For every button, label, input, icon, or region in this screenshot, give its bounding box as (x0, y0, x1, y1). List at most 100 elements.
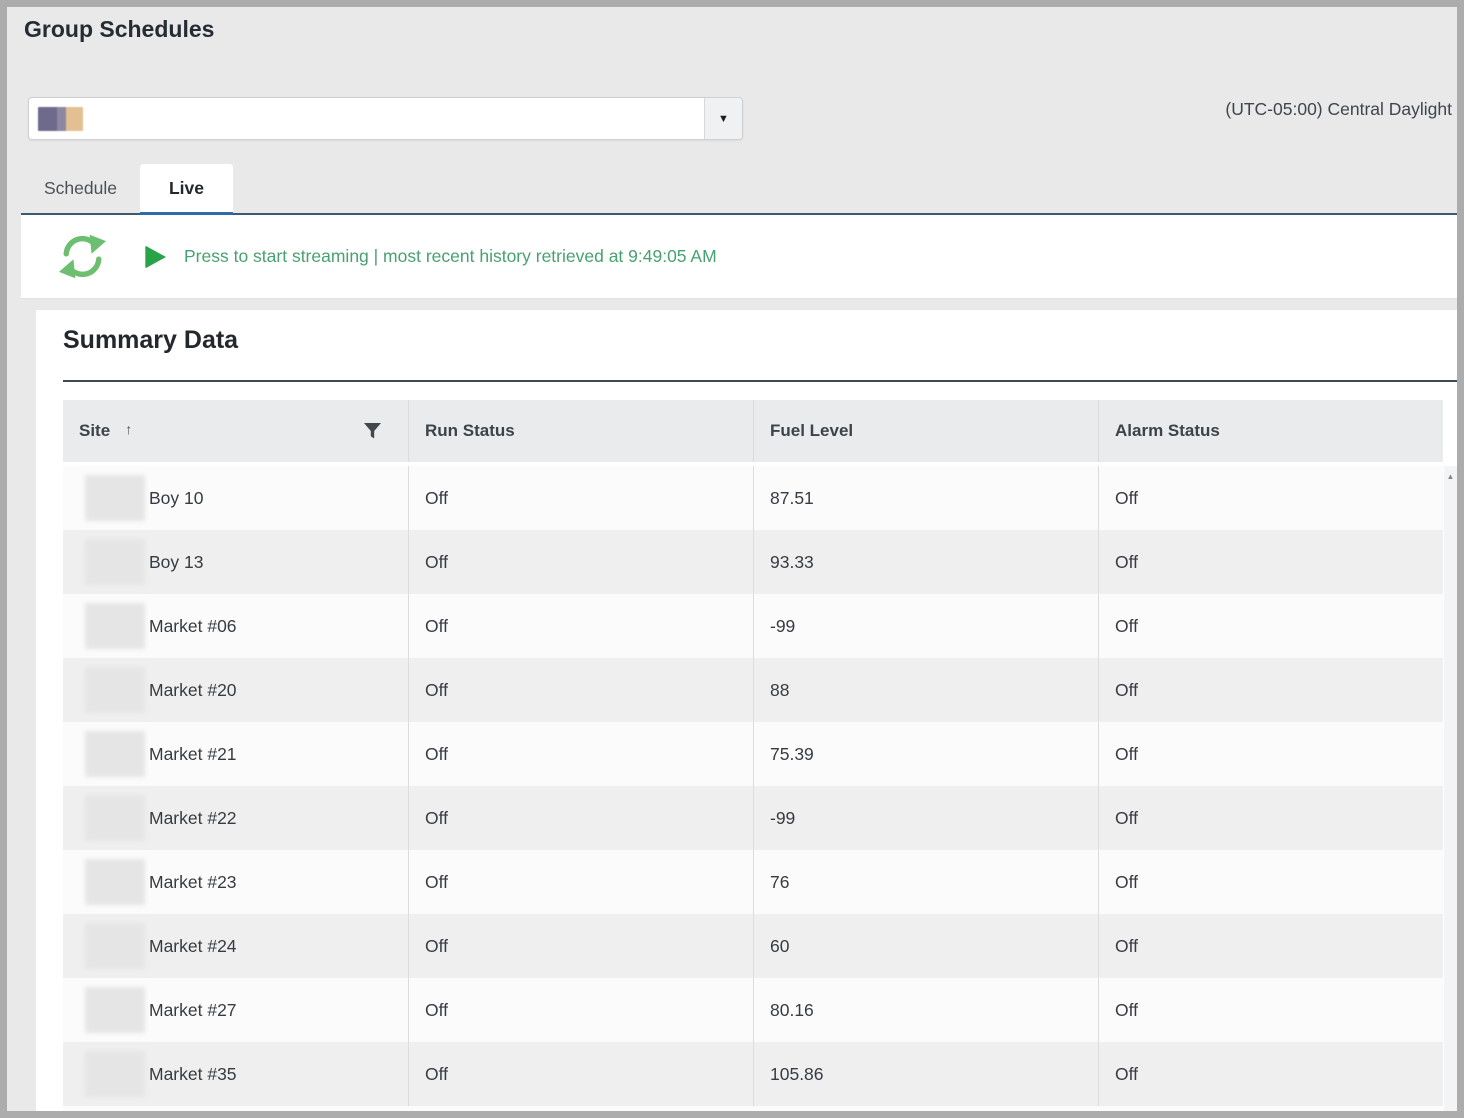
table-row[interactable]: Market #06Off-99Off (63, 594, 1443, 658)
tab-strip: Schedule Live (21, 164, 1457, 215)
site-cell-text: Boy 13 (149, 552, 203, 573)
page-title: Group Schedules (24, 16, 214, 43)
site-cell: Market #35 (63, 1042, 408, 1106)
column-label-run-status: Run Status (425, 421, 515, 441)
site-cell: Market #24 (63, 914, 408, 978)
column-header-alarm-status[interactable]: Alarm Status (1098, 400, 1443, 462)
site-cell-text: Market #27 (149, 1000, 237, 1021)
filter-icon[interactable] (364, 423, 381, 439)
tab-schedule[interactable]: Schedule (21, 164, 140, 213)
table-scrollbar[interactable]: ▲ (1444, 466, 1457, 1111)
site-cell-text: Market #35 (149, 1064, 237, 1085)
fuel-level-cell-text: 80.16 (770, 1000, 814, 1021)
summary-data-heading: Summary Data (63, 326, 238, 355)
streaming-bar: Press to start streaming | most recent h… (21, 215, 1457, 299)
fuel-level-cell: 93.33 (753, 530, 1098, 594)
run-status-cell: Off (408, 786, 753, 850)
site-name-redacted-block (85, 539, 145, 585)
run-status-cell: Off (408, 658, 753, 722)
run-status-cell-text: Off (425, 1000, 448, 1021)
chevron-down-icon: ▼ (718, 113, 729, 125)
table-row[interactable]: Market #21Off75.39Off (63, 722, 1443, 786)
site-name-redacted-block (85, 475, 145, 521)
run-status-cell-text: Off (425, 936, 448, 957)
site-cell-text: Market #24 (149, 936, 237, 957)
scroll-up-icon: ▲ (1444, 466, 1457, 481)
run-status-cell-text: Off (425, 488, 448, 509)
fuel-level-cell: 80.16 (753, 978, 1098, 1042)
column-header-site[interactable]: Site ↑ (63, 400, 408, 462)
site-cell-text: Market #23 (149, 872, 237, 893)
fuel-level-cell: 76 (753, 850, 1098, 914)
table-row[interactable]: Market #35Off105.86Off (63, 1042, 1443, 1106)
summary-data-panel: Summary Data Site ↑ Run Status Fuel Leve… (36, 310, 1457, 1111)
alarm-status-cell: Off (1098, 594, 1443, 658)
run-status-cell-text: Off (425, 552, 448, 573)
fuel-level-cell: 105.86 (753, 1042, 1098, 1106)
alarm-status-cell: Off (1098, 850, 1443, 914)
dropdown-button[interactable]: ▼ (704, 98, 742, 139)
column-label-alarm-status: Alarm Status (1115, 421, 1220, 441)
group-selector-dropdown[interactable]: ▼ (28, 97, 743, 140)
alarm-status-cell: Off (1098, 1042, 1443, 1106)
run-status-cell: Off (408, 1042, 753, 1106)
fuel-level-cell-text: 87.51 (770, 488, 814, 509)
alarm-status-cell-text: Off (1115, 936, 1138, 957)
alarm-status-cell-text: Off (1115, 680, 1138, 701)
summary-table-body: Boy 10Off87.51OffBoy 13Off93.33OffMarket… (63, 466, 1443, 1106)
fuel-level-cell: 87.51 (753, 466, 1098, 530)
site-cell: Market #22 (63, 786, 408, 850)
site-cell: Market #20 (63, 658, 408, 722)
run-status-cell: Off (408, 466, 753, 530)
site-name-redacted-block (85, 731, 145, 777)
heading-divider (63, 380, 1457, 382)
table-row[interactable]: Market #27Off80.16Off (63, 978, 1443, 1042)
site-name-redacted-block (85, 1051, 145, 1097)
table-row[interactable]: Market #24 Off 60 Off (63, 914, 1443, 978)
alarm-status-cell: Off (1098, 530, 1443, 594)
run-status-cell-text: Off (425, 872, 448, 893)
column-header-run-status[interactable]: Run Status (408, 400, 753, 462)
table-row[interactable]: Boy 13 Off 93.33 Off (63, 530, 1443, 594)
site-name-redacted-block (85, 603, 145, 649)
run-status-cell-text: Off (425, 680, 448, 701)
run-status-cell-text: Off (425, 616, 448, 637)
site-cell: Market #27 (63, 978, 408, 1042)
site-cell-text: Market #06 (149, 616, 237, 637)
fuel-level-cell-text: 93.33 (770, 552, 814, 573)
run-status-cell: Off (408, 850, 753, 914)
run-status-cell: Off (408, 722, 753, 786)
site-cell: Market #23 (63, 850, 408, 914)
site-cell: Market #06 (63, 594, 408, 658)
table-row[interactable]: Market #23 Off 76 Off (63, 850, 1443, 914)
site-cell: Boy 13 (63, 530, 408, 594)
fuel-level-cell-text: 76 (770, 872, 789, 893)
play-stream-button[interactable] (146, 246, 166, 268)
alarm-status-cell: Off (1098, 658, 1443, 722)
run-status-cell-text: Off (425, 1064, 448, 1085)
timezone-label: (UTC-05:00) Central Daylight (1225, 99, 1452, 120)
alarm-status-cell: Off (1098, 466, 1443, 530)
table-row[interactable]: Boy 10Off87.51Off (63, 466, 1443, 530)
tab-live[interactable]: Live (140, 164, 233, 215)
summary-table-header: Site ↑ Run Status Fuel Level Alarm Statu… (63, 400, 1443, 462)
table-row-partial (63, 1106, 1443, 1111)
alarm-status-cell-text: Off (1115, 616, 1138, 637)
fuel-level-cell: 60 (753, 914, 1098, 978)
alarm-status-cell-text: Off (1115, 552, 1138, 573)
fuel-level-cell-text: -99 (770, 808, 795, 829)
stream-status-message[interactable]: Press to start streaming | most recent h… (184, 246, 717, 267)
alarm-status-cell-text: Off (1115, 808, 1138, 829)
refresh-icon[interactable] (59, 233, 106, 280)
site-cell-text: Market #20 (149, 680, 237, 701)
table-row[interactable]: Market #22Off-99Off (63, 786, 1443, 850)
fuel-level-cell: 75.39 (753, 722, 1098, 786)
alarm-status-cell-text: Off (1115, 488, 1138, 509)
alarm-status-cell-text: Off (1115, 744, 1138, 765)
column-header-fuel-level[interactable]: Fuel Level (753, 400, 1098, 462)
selected-group-value-redacted (38, 107, 83, 131)
site-name-redacted-block (85, 987, 145, 1033)
column-label-fuel-level: Fuel Level (770, 421, 853, 441)
table-row[interactable]: Market #20Off88Off (63, 658, 1443, 722)
run-status-cell: Off (408, 530, 753, 594)
